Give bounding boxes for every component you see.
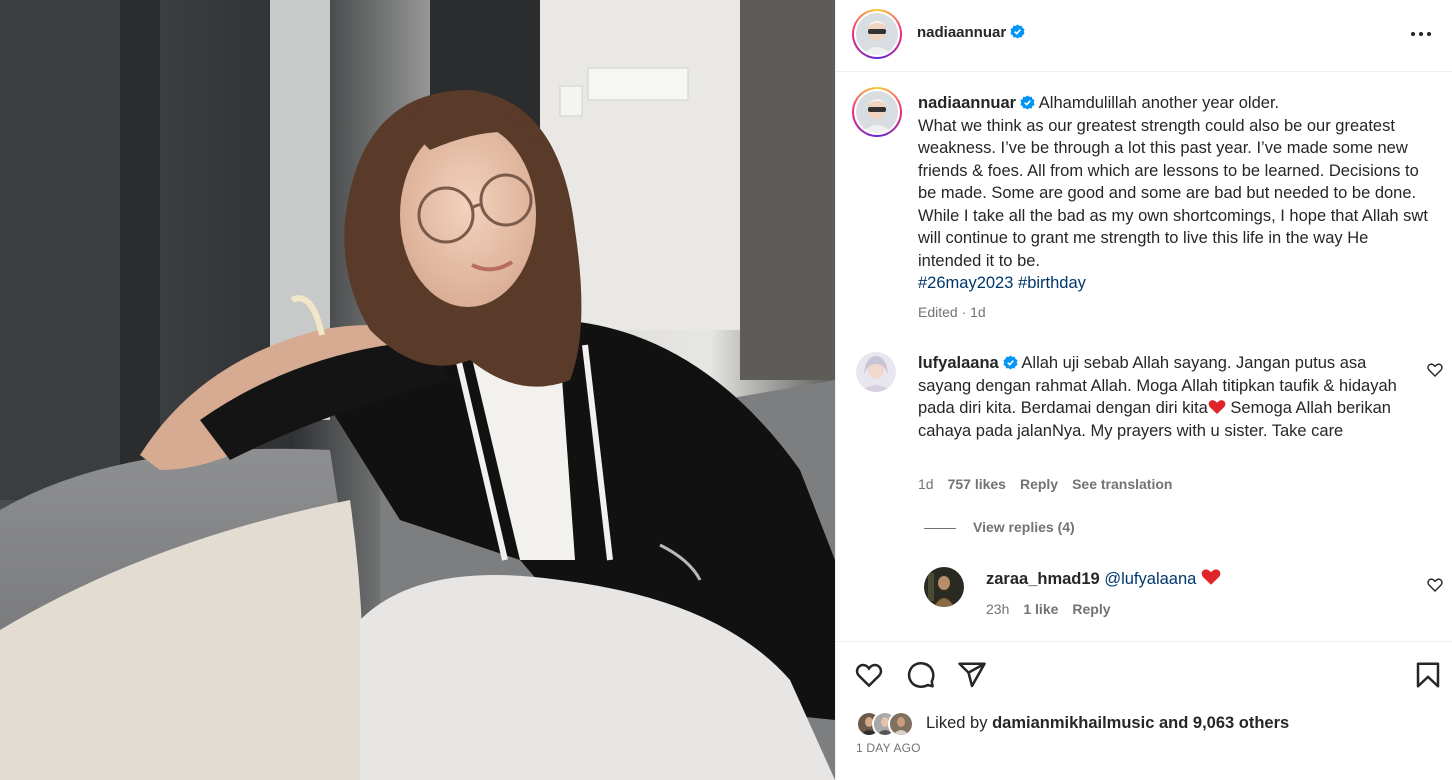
verified-badge-icon: [1020, 95, 1035, 110]
comment-age: 1d: [918, 476, 934, 492]
commenter-avatar-image: [856, 352, 896, 392]
post-image-illustration: [0, 0, 835, 780]
caption-meta: Edited · 1d: [918, 304, 986, 320]
heart-icon[interactable]: [854, 660, 884, 690]
replies-divider: [924, 528, 956, 529]
verified-badge-icon: [1010, 24, 1025, 39]
post-photo[interactable]: [0, 0, 835, 780]
reply-button[interactable]: Reply: [1020, 476, 1058, 492]
red-heart-emoji-icon: [1201, 569, 1221, 585]
more-icon[interactable]: [1407, 22, 1435, 46]
comment-icon[interactable]: [906, 660, 936, 690]
action-bar: [836, 641, 1452, 780]
liked-by-prefix: Liked by: [926, 714, 988, 732]
post-view: nadiaannuar nadiaannuar Alhamdulillah an…: [0, 0, 1452, 780]
liked-by-others-link[interactable]: and 9,063 others: [1159, 714, 1289, 732]
reply-like-heart-icon[interactable]: [1427, 577, 1443, 593]
red-heart-emoji-icon: [1208, 400, 1226, 414]
liked-by-user-link[interactable]: damianmikhailmusic: [992, 714, 1154, 732]
bookmark-icon[interactable]: [1413, 660, 1443, 690]
post-panel: nadiaannuar nadiaannuar Alhamdulillah an…: [835, 0, 1452, 780]
liker-avatar: [888, 711, 914, 737]
reply-meta: 23h 1 like Reply: [986, 601, 1111, 617]
caption-avatar-image: [856, 91, 898, 133]
liked-by-summary: Liked by damianmikhailmusic and 9,063 ot…: [926, 714, 1289, 733]
caption-author-avatar[interactable]: [852, 87, 902, 137]
author-username[interactable]: nadiaannuar: [917, 24, 1025, 41]
commenter-avatar[interactable]: [856, 352, 896, 392]
reply-avatar[interactable]: [924, 567, 964, 607]
comment-like-heart-icon[interactable]: [1427, 362, 1443, 378]
reply-age: 23h: [986, 601, 1010, 617]
reply-mention[interactable]: @lufyalaana: [1104, 570, 1196, 588]
caption-username[interactable]: nadiaannuar: [918, 94, 1016, 112]
reply-username[interactable]: zaraa_hmad19: [986, 570, 1100, 588]
author-avatar[interactable]: [852, 9, 902, 59]
comment-meta: 1d 757 likes Reply See translation: [918, 476, 1172, 492]
reply-likes[interactable]: 1 like: [1023, 601, 1058, 617]
share-icon[interactable]: [957, 660, 987, 690]
post-time-ago[interactable]: 1 DAY AGO: [856, 741, 921, 755]
author-username-text[interactable]: nadiaannuar: [917, 24, 1006, 41]
comment-username[interactable]: lufyalaana: [918, 354, 999, 372]
comment-body: lufyalaana Allah uji sebab Allah sayang.…: [918, 352, 1418, 442]
reply-body: zaraa_hmad19 @lufyalaana: [986, 568, 1416, 591]
see-translation-button[interactable]: See translation: [1072, 476, 1172, 492]
comment-likes[interactable]: 757 likes: [948, 476, 1006, 492]
view-replies-button[interactable]: View replies (4): [973, 519, 1075, 535]
verified-badge-icon: [1003, 355, 1018, 370]
hashtag-link[interactable]: #birthday: [1018, 274, 1086, 292]
hashtag-link[interactable]: #26may2023: [918, 274, 1013, 292]
reply-button[interactable]: Reply: [1072, 601, 1110, 617]
author-avatar-image: [856, 13, 898, 55]
post-header: nadiaannuar: [836, 0, 1452, 72]
reply-avatar-image: [924, 567, 964, 607]
post-caption: nadiaannuar Alhamdulillah another year o…: [918, 92, 1428, 295]
caption-text: Alhamdulillah another year older. What w…: [918, 94, 1428, 270]
